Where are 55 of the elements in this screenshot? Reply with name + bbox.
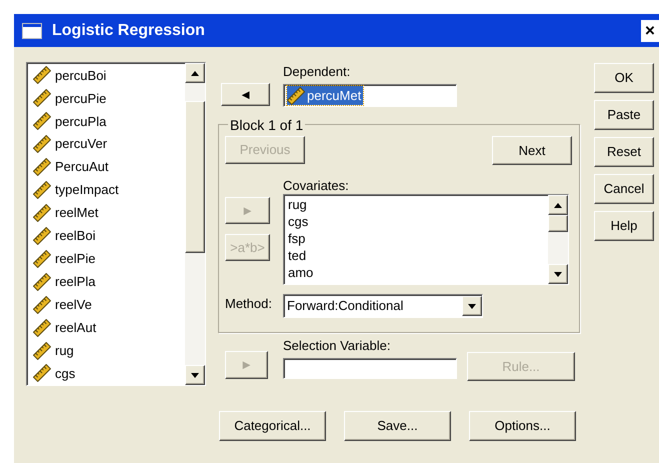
up-arrow-icon bbox=[554, 202, 562, 208]
scroll-up-button[interactable] bbox=[185, 63, 205, 83]
variable-item[interactable]: PercuAut bbox=[33, 156, 185, 179]
scroll-down-button[interactable] bbox=[548, 264, 568, 284]
covariate-item[interactable]: amo bbox=[288, 264, 548, 281]
dependent-field[interactable]: percuMet bbox=[283, 84, 457, 107]
dialog-button[interactable]: Reset bbox=[594, 137, 654, 167]
dialog-button[interactable]: Categorical... bbox=[219, 411, 326, 441]
up-arrow-icon bbox=[191, 70, 199, 76]
dialog-button[interactable]: Options... bbox=[469, 411, 576, 441]
method-label: Method: bbox=[225, 295, 273, 313]
covariates-scrollbar[interactable] bbox=[548, 195, 568, 284]
scroll-down-button[interactable] bbox=[185, 365, 205, 385]
variable-item[interactable]: reelMet bbox=[33, 202, 185, 224]
list-scrollbar[interactable] bbox=[185, 63, 205, 385]
move-left-button[interactable]: ◄ bbox=[221, 83, 270, 106]
next-button[interactable]: Next bbox=[492, 136, 572, 165]
covariate-item[interactable]: cgs bbox=[288, 213, 548, 230]
covariate-item[interactable]: rug bbox=[288, 196, 548, 213]
ruler-icon bbox=[287, 86, 305, 104]
selection-label: Selection Variable: bbox=[283, 337, 392, 355]
covariate-item[interactable]: fsp bbox=[288, 230, 548, 247]
down-arrow-icon bbox=[468, 304, 476, 308]
dialog-button[interactable]: Help bbox=[594, 211, 654, 241]
close-button[interactable]: × bbox=[641, 20, 659, 42]
dropdown-button[interactable] bbox=[462, 296, 482, 316]
variable-item[interactable]: rug bbox=[33, 339, 185, 362]
down-arrow-icon bbox=[554, 272, 562, 276]
dialog-button[interactable]: OK bbox=[594, 63, 654, 93]
dependent-label: Dependent: bbox=[283, 63, 352, 81]
window-title: Logistic Regression bbox=[52, 20, 206, 40]
variable-item[interactable]: reelPla bbox=[33, 270, 185, 294]
variable-item[interactable]: percuPie bbox=[33, 86, 185, 110]
dialog-button[interactable]: Save... bbox=[344, 411, 451, 441]
variable-item[interactable]: typeImpact bbox=[33, 178, 185, 202]
dialog-button[interactable]: Paste bbox=[594, 100, 654, 130]
selected-variable[interactable]: percuMet bbox=[287, 86, 364, 106]
scroll-thumb[interactable] bbox=[185, 101, 205, 253]
scroll-thumb[interactable] bbox=[548, 215, 568, 232]
selection-field[interactable] bbox=[283, 358, 457, 379]
covariate-item[interactable]: ted bbox=[288, 247, 548, 264]
scroll-up-button[interactable] bbox=[548, 195, 568, 215]
window-icon bbox=[22, 22, 42, 38]
variable-item[interactable]: reelAut bbox=[33, 316, 185, 340]
variable-item[interactable]: percuPla bbox=[33, 110, 185, 133]
method-dropdown[interactable]: Forward:Conditional bbox=[283, 294, 483, 318]
variable-item[interactable]: reelVe bbox=[33, 293, 185, 316]
variable-item[interactable]: percuBoi bbox=[33, 64, 185, 87]
variable-item[interactable]: reelBoi bbox=[33, 224, 185, 248]
covariates-label: Covariates: bbox=[283, 177, 350, 194]
dialog-button[interactable]: Cancel bbox=[594, 174, 654, 204]
down-arrow-icon bbox=[191, 372, 199, 378]
variable-item[interactable]: reelPie bbox=[33, 247, 185, 270]
variable-item[interactable]: percuVer bbox=[33, 132, 185, 156]
variable-item[interactable]: cgs bbox=[33, 362, 185, 385]
